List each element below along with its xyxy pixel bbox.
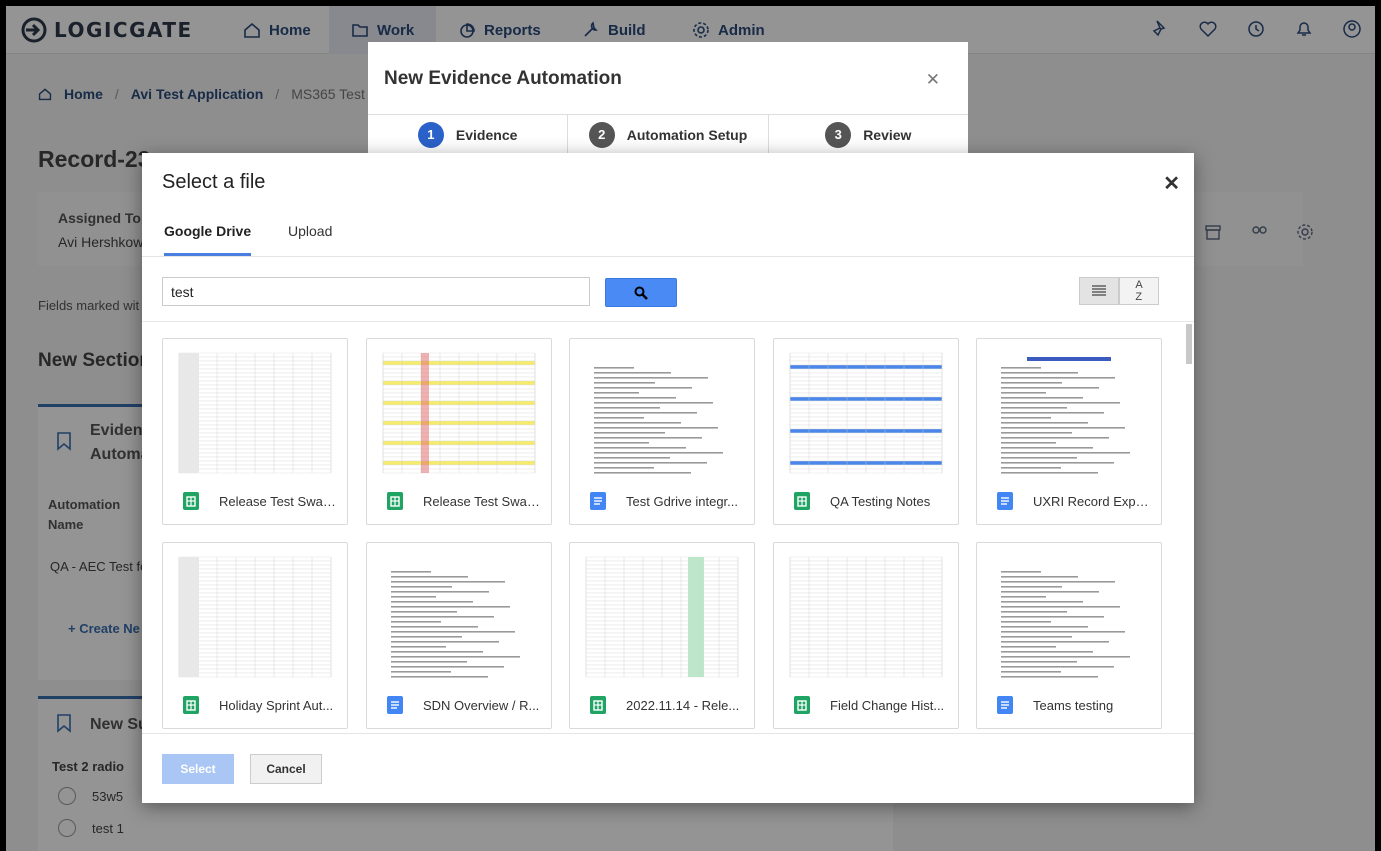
step-label: Review (863, 126, 912, 143)
window-frame: LOGICGATE Home Work Reports Build Admin (0, 0, 1381, 851)
picker-title: Select a file (162, 171, 266, 193)
file-name: 2022.11.14 - Rele... (626, 697, 740, 713)
file-thumbnail (580, 553, 744, 681)
select-button[interactable]: Select (162, 754, 234, 784)
file-card[interactable]: Holiday Sprint Aut... (162, 542, 348, 729)
file-card[interactable]: Field Change Hist... (773, 542, 959, 729)
google-sheets-icon (794, 696, 810, 714)
file-name: Holiday Sprint Aut... (219, 697, 334, 713)
picker-footer: Select Cancel (142, 733, 1194, 803)
file-card-footer: Release Test Swar... (163, 489, 347, 513)
google-docs-icon (997, 696, 1013, 714)
google-docs-icon (997, 492, 1013, 510)
step-review[interactable]: 3 Review (769, 115, 968, 154)
file-card-footer: Holiday Sprint Aut... (163, 693, 347, 717)
tab-google-drive[interactable]: Google Drive (164, 223, 252, 256)
file-card-footer: Release Test Swar... (367, 489, 551, 513)
list-view-icon[interactable] (1079, 277, 1119, 305)
step-number: 3 (825, 121, 852, 148)
file-thumbnail (784, 553, 948, 681)
google-docs-icon (590, 492, 606, 510)
file-card[interactable]: Test Gdrive integr... (569, 338, 755, 525)
evidence-automation-modal: New Evidence Automation ✕ 1 Evidence 2 A… (368, 42, 968, 154)
google-sheets-icon (183, 696, 199, 714)
file-thumbnail (580, 349, 744, 477)
close-icon[interactable]: ✕ (1163, 171, 1180, 196)
file-thumbnail (987, 349, 1151, 477)
scrollbar[interactable] (1186, 324, 1192, 364)
file-card[interactable]: SDN Overview / R... (366, 542, 552, 729)
google-sheets-icon (794, 492, 810, 510)
file-grid: Release Test Swar... Release Test Swar...… (142, 321, 1194, 733)
google-sheets-icon (387, 492, 403, 510)
modal-title: New Evidence Automation (384, 68, 622, 89)
file-thumbnail (173, 553, 337, 681)
file-name: QA Testing Notes (830, 493, 931, 509)
file-name: Teams testing (1033, 697, 1114, 713)
file-thumbnail (377, 553, 541, 681)
file-card-footer: Test Gdrive integr... (570, 489, 754, 513)
step-evidence[interactable]: 1 Evidence (368, 115, 569, 154)
file-card-footer: QA Testing Notes (774, 489, 958, 513)
google-sheets-icon (183, 492, 199, 510)
file-card-footer: 2022.11.14 - Rele... (570, 693, 754, 717)
file-card[interactable]: 2022.11.14 - Rele... (569, 542, 755, 729)
close-icon[interactable]: ✕ (926, 70, 940, 90)
picker-tabs: Google Drive Upload (142, 213, 1194, 257)
sort-az-icon[interactable]: AZ (1119, 277, 1159, 305)
file-name: SDN Overview / R... (423, 697, 540, 713)
file-thumbnail (987, 553, 1151, 681)
file-name: UXRI Record Expe... (1033, 493, 1151, 509)
file-picker-dialog: Select a file ✕ Google Drive Upload test… (142, 153, 1194, 803)
file-name: Release Test Swar... (219, 493, 337, 509)
step-number: 1 (417, 121, 444, 148)
file-thumbnail (377, 349, 541, 477)
file-name: Test Gdrive integr... (626, 493, 738, 509)
file-card-footer: UXRI Record Expe... (977, 489, 1161, 513)
search-button[interactable] (605, 278, 677, 307)
google-sheets-icon (590, 696, 606, 714)
step-label: Automation Setup (626, 126, 748, 143)
tab-upload[interactable]: Upload (288, 223, 332, 253)
stepper: 1 Evidence 2 Automation Setup 3 Review (368, 114, 968, 154)
google-docs-icon (387, 696, 403, 714)
step-label: Evidence (455, 126, 518, 143)
file-thumbnail (173, 349, 337, 477)
step-automation-setup[interactable]: 2 Automation Setup (568, 115, 769, 154)
file-name: Release Test Swar... (423, 493, 541, 509)
view-toggle: AZ (1079, 277, 1159, 305)
file-card[interactable]: Release Test Swar... (366, 338, 552, 525)
file-thumbnail (784, 349, 948, 477)
file-card-footer: SDN Overview / R... (367, 693, 551, 717)
search-icon (634, 286, 648, 300)
file-card[interactable]: UXRI Record Expe... (976, 338, 1162, 525)
cancel-button[interactable]: Cancel (250, 754, 322, 784)
step-number: 2 (588, 121, 615, 148)
file-card[interactable]: Release Test Swar... (162, 338, 348, 525)
search-input[interactable]: test (162, 277, 590, 306)
file-card[interactable]: Teams testing (976, 542, 1162, 729)
file-card[interactable]: QA Testing Notes (773, 338, 959, 525)
file-card-footer: Field Change Hist... (774, 693, 958, 717)
file-card-footer: Teams testing (977, 693, 1161, 717)
file-name: Field Change Hist... (830, 697, 945, 713)
